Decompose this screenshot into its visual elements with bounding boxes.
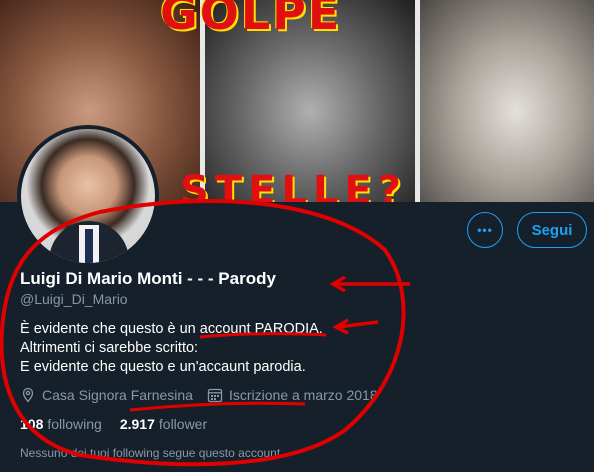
followers-label: follower xyxy=(158,416,208,432)
profile-stats: 108 following 2.917 follower xyxy=(20,416,225,432)
display-name: Luigi Di Mario Monti - - - Parody xyxy=(20,269,276,288)
bio-line: E evidente che questo e un'accaunt parod… xyxy=(20,359,306,375)
location-pin-icon xyxy=(22,387,34,403)
followers-link[interactable]: 2.917 follower xyxy=(120,416,207,432)
red-arrowhead xyxy=(332,318,349,335)
red-arrowhead xyxy=(329,275,346,293)
calendar-icon xyxy=(207,388,223,403)
red-underline-annotation xyxy=(129,401,306,412)
following-count: 108 xyxy=(20,416,44,432)
location-item: Casa Signora Farnesina xyxy=(20,387,193,403)
banner-bottom-text: STELLE? xyxy=(180,168,407,202)
red-arrow-annotation xyxy=(337,320,379,329)
avatar-tie xyxy=(85,229,93,263)
mutuals-notice: Nessuno dei tuoi following segue questo … xyxy=(20,446,281,460)
profile-meta: Casa Signora Farnesina Iscrizione a marz… xyxy=(20,387,392,403)
following-label: following xyxy=(47,416,102,432)
user-handle: @Luigi_Di_Mario xyxy=(20,291,128,307)
location-text: Casa Signora Farnesina xyxy=(42,387,193,403)
banner-top-text: GOLPE xyxy=(160,0,342,40)
more-icon: ••• xyxy=(477,223,493,237)
banner-photo-right xyxy=(420,0,594,202)
followers-count: 2.917 xyxy=(119,416,155,432)
joined-date: Iscrizione a marzo 2018 xyxy=(228,387,378,403)
follow-button[interactable]: Segui xyxy=(517,212,587,248)
joined-item: Iscrizione a marzo 2018 xyxy=(207,387,378,403)
more-options-button[interactable]: ••• xyxy=(467,212,503,248)
avatar[interactable] xyxy=(17,125,159,267)
profile-bio: È evidente che questo è un account PAROD… xyxy=(20,320,323,377)
following-link[interactable]: 108 following xyxy=(20,416,102,432)
bio-line: Altrimenti ci sarebbe scritto: xyxy=(20,340,199,356)
bio-line: È evidente che questo è un account PAROD… xyxy=(20,321,323,337)
